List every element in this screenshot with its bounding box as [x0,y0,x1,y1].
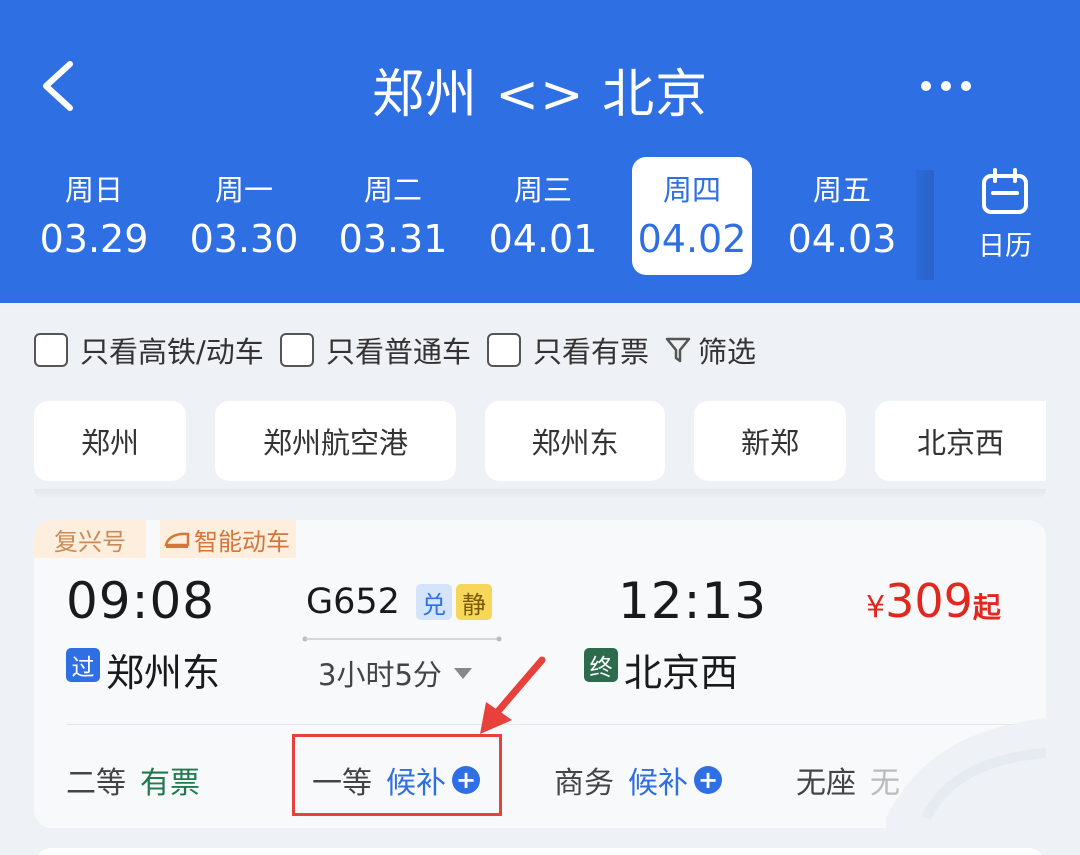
seat-class: 无座 [796,766,856,801]
station-chip[interactable]: 郑州航空港 [215,401,456,481]
date-weekday: 周日 [64,173,123,207]
date-value: 03.31 [338,217,448,261]
filter-normal-checkbox[interactable]: 只看普通车 [280,330,471,370]
duration-toggle[interactable]: 3小时5分 [318,652,472,694]
price: ¥ 309 起 [866,574,1001,628]
date-weekday: 周三 [513,173,572,207]
seat-class: 二等 [66,766,126,801]
price-currency: ¥ [866,590,886,625]
date-tab[interactable]: 周三 04.01 [483,157,603,275]
plus-circle-icon[interactable]: + [694,766,722,794]
seat-status: 有票 [140,766,200,801]
checkbox-label: 只看普通车 [326,335,472,369]
smart-train-tag: 智能动车 [160,520,296,558]
checkbox-box [280,333,314,367]
date-value: 03.29 [39,217,149,261]
station-chip[interactable]: 新郑 [694,401,846,481]
seat-status: 候补 [628,766,688,801]
date-tab[interactable]: 周二 03.31 [333,157,453,275]
date-value: 03.30 [189,217,299,261]
price-value: 309 [885,574,973,628]
checkbox-label: 只看有票 [533,335,650,369]
annotation-highlight-box [292,734,502,816]
brand-tag: 复兴号 [34,520,146,558]
train-number: G652 [306,582,400,622]
calendar-icon [982,168,1028,214]
header: 郑州 <> 北京 周日 03.29 周一 03.30 周二 03.31 周三 0… [0,0,1080,303]
date-tab[interactable]: 周五 04.03 [782,157,902,275]
price-suffix: 起 [972,591,1001,624]
date-value: 04.02 [637,217,747,261]
annotation-arrow-icon [480,656,546,734]
quiet-badge: 静 [456,584,492,620]
filter-label: 筛选 [698,335,757,369]
seat-status: 无 [870,766,900,801]
filter-button[interactable]: 筛选 [664,330,756,370]
date-value: 04.03 [787,217,897,261]
route-line [302,636,502,642]
arrival-station: 北京西 [624,651,739,695]
departure-station: 郑州东 [106,651,221,695]
checkbox-box [487,333,521,367]
chips-shadow [34,489,1046,499]
seat-class: 商务 [554,766,614,801]
duration-text: 3小时5分 [318,658,442,692]
calendar-divider [916,170,934,280]
checkbox-label: 只看高铁/动车 [80,335,264,369]
date-weekday: 周一 [214,173,273,207]
date-weekday: 周二 [363,173,422,207]
date-value: 04.01 [488,217,598,261]
terminal-station-badge: 终 [584,648,618,682]
exchange-badge: 兑 [416,584,452,620]
more-dots-icon[interactable] [916,76,976,96]
date-tab[interactable]: 周日 03.29 [34,157,154,275]
date-weekday: 周五 [812,173,871,207]
checkbox-box [34,333,68,367]
train-watermark [886,718,1046,828]
date-tab-selected[interactable]: 周四 04.02 [632,157,752,275]
departure-time: 09:08 [66,572,216,630]
train-icon [164,532,190,548]
station-chip[interactable]: 郑州 [34,401,186,481]
seat-second-class[interactable]: 二等 有票 [66,758,200,802]
filter-high-speed-checkbox[interactable]: 只看高铁/动车 [34,330,264,370]
seat-no-seat: 无座 无 [796,758,900,802]
date-weekday: 周四 [662,173,721,207]
seat-business-class[interactable]: 商务 候补 + [554,758,722,802]
arrival-time: 12:13 [618,572,768,630]
pass-station-badge: 过 [66,648,100,682]
smart-train-label: 智能动车 [194,527,290,556]
funnel-icon [665,337,691,363]
next-train-card[interactable] [34,848,1046,855]
date-tab[interactable]: 周一 03.30 [184,157,304,275]
station-chip[interactable]: 北京西 [875,401,1046,481]
calendar-label: 日历 [978,231,1032,262]
calendar-button[interactable]: 日历 [960,166,1050,266]
station-chip[interactable]: 郑州东 [485,401,665,481]
filter-available-checkbox[interactable]: 只看有票 [487,330,649,370]
